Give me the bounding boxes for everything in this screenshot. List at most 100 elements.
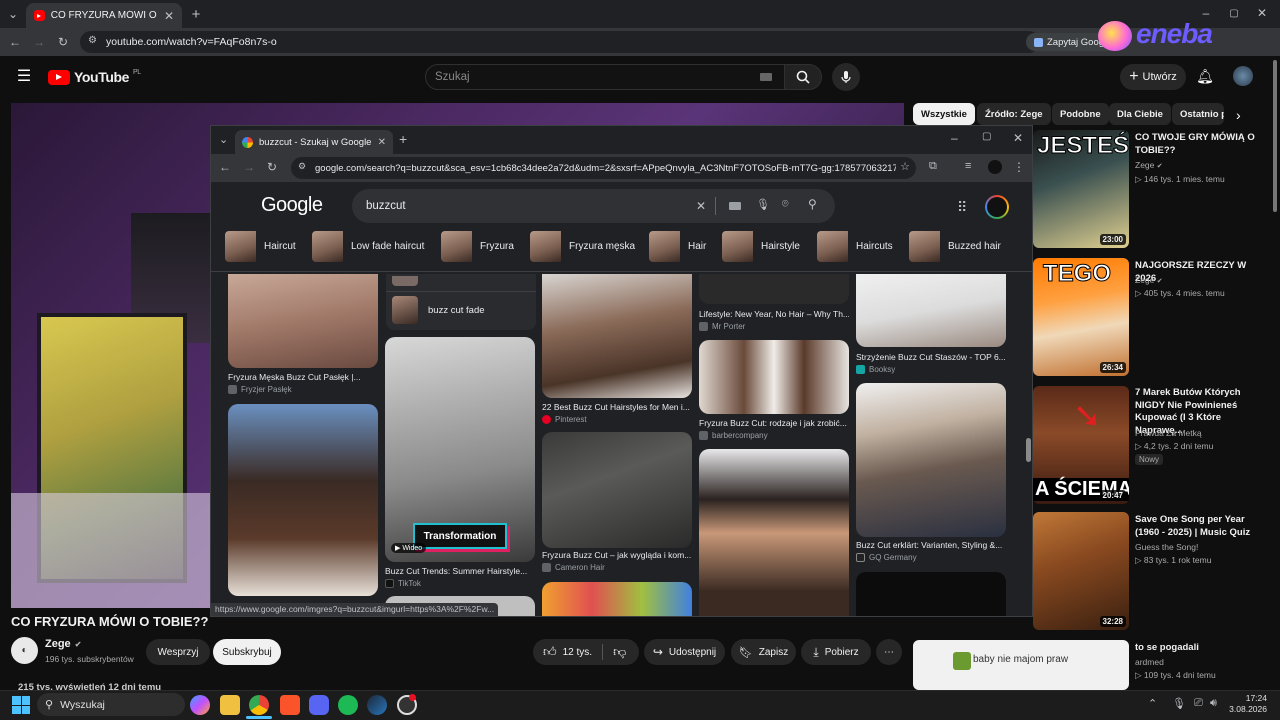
- related-search-haircut[interactable]: Haircut: [225, 230, 296, 262]
- more-actions-button[interactable]: ⋯: [876, 639, 902, 665]
- lens-camera-icon[interactable]: ⌾: [782, 198, 789, 211]
- like-icon[interactable]: 👍︎: [543, 644, 557, 660]
- volume-icon[interactable]: 🔊︎: [1210, 697, 1217, 710]
- account-avatar[interactable]: [1233, 66, 1253, 86]
- page-scrollbar[interactable]: [1273, 60, 1277, 212]
- related-channel-2[interactable]: Zege ✔: [1135, 274, 1163, 288]
- close-tab-icon[interactable]: ✕: [164, 9, 174, 23]
- related-thumb-2[interactable]: TEGO 26:34: [1033, 258, 1129, 376]
- image-result-3[interactable]: Transformation ▶ Wideo: [385, 337, 535, 562]
- result-caption-7[interactable]: Fryzura Buzz Cut – jak wygląda i kom...: [542, 550, 692, 560]
- chip-recent[interactable]: Ostatnio p: [1172, 103, 1224, 125]
- image-result-10[interactable]: [542, 582, 692, 616]
- media-control-icon[interactable]: ≡: [965, 160, 971, 172]
- result-caption-8[interactable]: Buzz Cut erklärt: Varianten, Styling &..…: [856, 540, 1006, 550]
- menu-icon[interactable]: ☰: [16, 68, 32, 85]
- reload-icon[interactable]: ↻: [56, 35, 70, 49]
- extensions-icon[interactable]: ⧉: [929, 160, 937, 173]
- results-scrollbar[interactable]: [1026, 438, 1031, 462]
- maximize-icon[interactable]: ▢: [1226, 6, 1242, 20]
- create-button[interactable]: + Utwórz: [1120, 64, 1186, 90]
- voice-search-icon[interactable]: 🎙︎: [756, 198, 770, 211]
- download-button[interactable]: ⤓ Pobierz: [801, 639, 871, 665]
- youtube-search-input[interactable]: Szukaj: [425, 64, 785, 90]
- related-title-4[interactable]: Save One Song per Year (1960 - 2025) | M…: [1135, 514, 1265, 539]
- close-window-icon[interactable]: ✕: [1013, 131, 1023, 145]
- related-thumb-1[interactable]: JESTEŚ? 23:00: [1033, 130, 1129, 248]
- related-search-hairstyle[interactable]: Hairstyle: [722, 230, 800, 262]
- address-bar[interactable]: ⚙ youtube.com/watch?v=FAqFo8n7s-o: [80, 31, 1040, 53]
- back-icon[interactable]: ←: [8, 35, 22, 49]
- related-title-1[interactable]: CO TWOJE GRY MÓWIĄ O TOBIE??: [1135, 132, 1265, 157]
- clear-search-icon[interactable]: ✕: [696, 199, 706, 213]
- suggestion-buzz-cut-fade[interactable]: buzz cut fade: [428, 305, 485, 316]
- taskbar-search[interactable]: ⚲ Wyszukaj: [37, 693, 185, 716]
- image-result-6[interactable]: [542, 432, 692, 548]
- related-thumb-5[interactable]: baby nie majom praw: [913, 640, 1129, 690]
- forward-icon[interactable]: →: [243, 160, 255, 174]
- image-result-7[interactable]: [699, 274, 849, 304]
- image-result-8[interactable]: [699, 340, 849, 414]
- related-channel-4[interactable]: Guess the Song!: [1135, 541, 1198, 554]
- related-channel-5[interactable]: ardmed: [1135, 656, 1164, 669]
- dislike-icon[interactable]: 👎︎: [613, 644, 626, 660]
- related-channel-1[interactable]: Zege ✔: [1135, 159, 1163, 173]
- new-tab-button[interactable]: +: [399, 131, 407, 147]
- channel-name[interactable]: Zege ✔: [45, 638, 81, 650]
- related-search-low-fade[interactable]: Low fade haircut: [312, 230, 424, 262]
- show-hidden-icons-icon[interactable]: ⌃: [1148, 697, 1157, 710]
- taskbar-clock[interactable]: 17:24 3.08.2026: [1229, 693, 1267, 715]
- related-search-hair[interactable]: Hair: [649, 230, 706, 262]
- close-window-icon[interactable]: ✕: [1254, 6, 1270, 20]
- chips-next-icon[interactable]: ›: [1236, 107, 1241, 123]
- discord-icon[interactable]: [309, 695, 329, 715]
- google-account-avatar[interactable]: [985, 195, 1009, 219]
- chip-similar[interactable]: Podobne: [1052, 103, 1109, 125]
- file-explorer-icon[interactable]: [220, 695, 240, 715]
- copilot-icon[interactable]: [190, 695, 210, 715]
- image-result-1[interactable]: [228, 274, 378, 368]
- google-logo[interactable]: Google: [261, 194, 323, 217]
- google-apps-icon[interactable]: ⠿: [957, 199, 967, 216]
- steam-icon[interactable]: [367, 695, 387, 715]
- subscribe-button[interactable]: Subskrybuj: [213, 639, 281, 665]
- save-button[interactable]: 🔖︎ Zapisz: [731, 639, 796, 665]
- tab-search-chevron-icon[interactable]: ⌄: [6, 7, 20, 21]
- chrome-icon[interactable]: [249, 695, 269, 715]
- share-button[interactable]: ↪ Udostępnij: [644, 639, 725, 665]
- new-tab-button[interactable]: +: [188, 6, 204, 23]
- image-result-14[interactable]: [856, 572, 1006, 616]
- chip-all[interactable]: Wszystkie: [913, 103, 975, 125]
- result-caption-3[interactable]: Lifestyle: New Year, No Hair – Why Th...: [699, 309, 849, 319]
- reload-icon[interactable]: ↻: [267, 160, 277, 174]
- network-icon[interactable]: ⎚: [1194, 697, 1203, 710]
- search-button[interactable]: [784, 64, 822, 90]
- result-caption-1[interactable]: Fryzura Męska Buzz Cut Pasłęk |...: [228, 372, 378, 382]
- bookmark-star-icon[interactable]: ☆: [896, 160, 910, 173]
- keyboard-icon[interactable]: [760, 73, 772, 81]
- related-thumb-4[interactable]: 32:28: [1033, 512, 1129, 630]
- windows-start-icon[interactable]: [12, 696, 30, 714]
- related-title-5[interactable]: to se pogadali: [1135, 642, 1265, 655]
- browser-tab-google[interactable]: buzzcut - Szukaj w Google ✕: [235, 130, 393, 154]
- site-info-icon[interactable]: ⚙: [298, 161, 306, 172]
- related-search-fryzura-meska[interactable]: Fryzura męska: [530, 230, 635, 262]
- minimize-icon[interactable]: –: [951, 131, 958, 145]
- support-button[interactable]: Wesprzyj: [146, 639, 210, 665]
- search-icon[interactable]: ⚲: [808, 197, 817, 211]
- result-caption-4[interactable]: Strzyżenie Buzz Cut Staszów - TOP 6...: [856, 352, 1006, 362]
- result-caption-6[interactable]: Fryzura Buzz Cut: rodzaje i jak zrobić..…: [699, 418, 849, 428]
- chip-from-channel[interactable]: Źródło: Zege: [977, 103, 1051, 125]
- google-search-box[interactable]: buzzcut ✕ 🎙︎ ⌾ ⚲: [352, 189, 835, 223]
- back-icon[interactable]: ←: [219, 160, 231, 174]
- notifications-bell-icon[interactable]: 🔔︎: [1196, 67, 1214, 85]
- microphone-tray-icon[interactable]: 🎙︎: [1172, 697, 1186, 710]
- close-tab-icon[interactable]: ✕: [378, 137, 386, 148]
- channel-avatar[interactable]: ◐: [11, 637, 38, 664]
- result-caption-5[interactable]: Buzz Cut Trends: Summer Hairstyle...: [385, 566, 535, 576]
- related-search-fryzura[interactable]: Fryzura: [441, 230, 514, 262]
- related-search-haircuts[interactable]: Haircuts: [817, 230, 893, 262]
- spotify-icon[interactable]: [338, 695, 358, 715]
- related-thumb-3[interactable]: A ŚCIEMA? ➘ 20:47: [1033, 386, 1129, 504]
- related-search-buzzed-hair[interactable]: Buzzed hair: [909, 230, 1001, 262]
